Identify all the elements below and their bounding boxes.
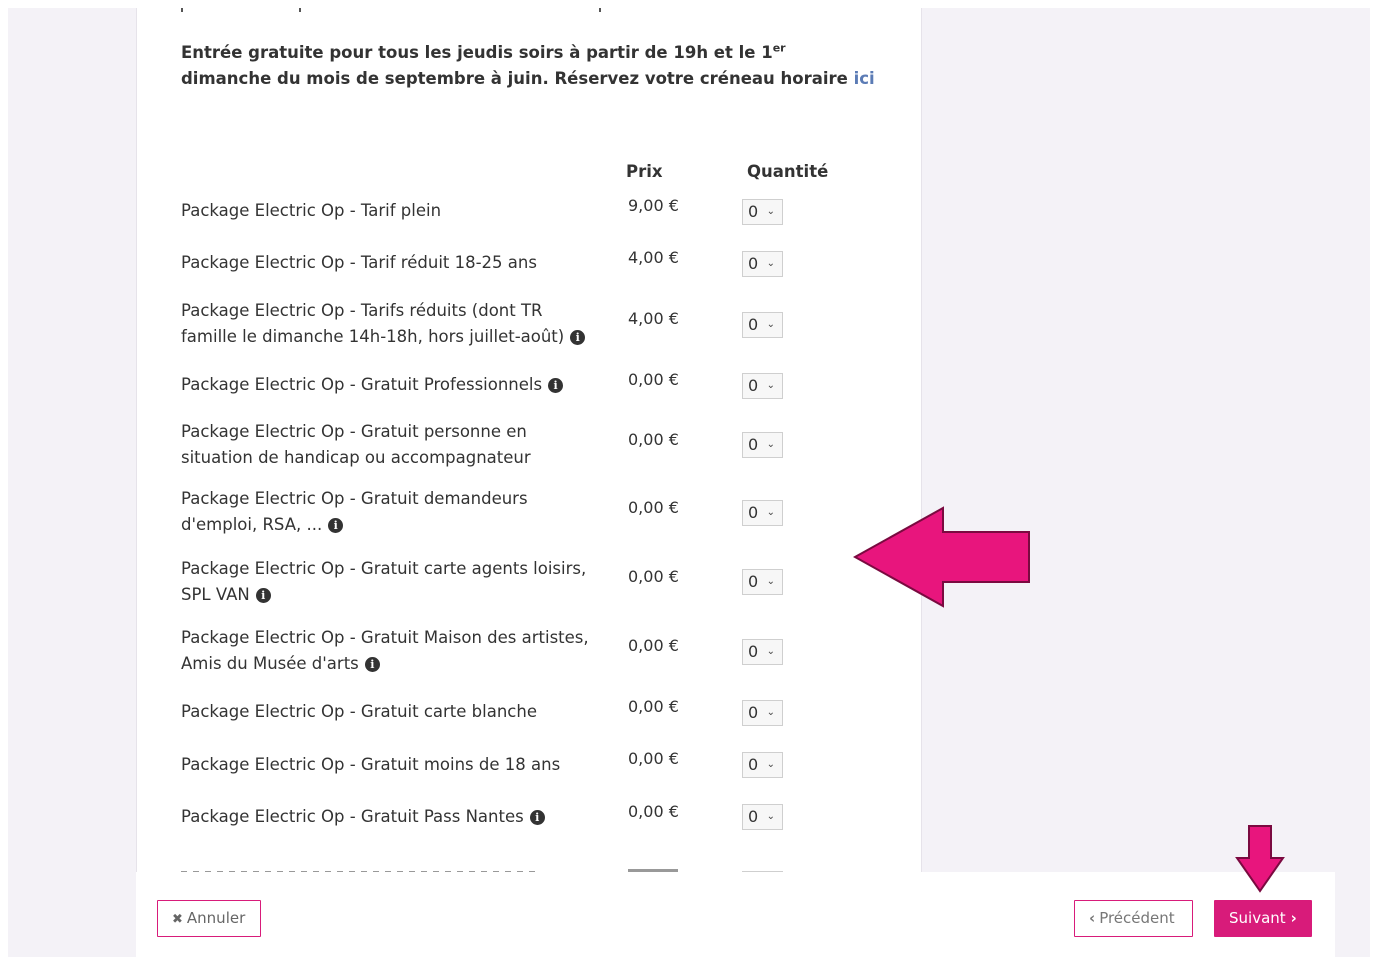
info-circle-icon[interactable]: i [328,518,344,533]
chevron-left-icon: ‹ [1089,909,1096,927]
ticket-label: Package Electric Op - Tarifs réduits (do… [181,298,591,350]
chevron-down-icon: ⌄ [766,319,775,330]
ticket-price: 9,00 € [628,196,679,215]
ticket-label-text: Package Electric Op - Tarifs réduits (do… [181,301,565,346]
info-circle-icon[interactable]: i [570,330,586,345]
ticket-label: Package Electric Op - Tarif plein [181,198,591,224]
quantity-select[interactable]: 0 ⌄ [742,251,783,277]
free-entry-notice: Entrée gratuite pour tous les jeudis soi… [181,40,881,92]
quantity-select[interactable]: 0 ⌄ [742,373,783,399]
close-icon: ✖ [172,912,183,927]
cancel-button[interactable]: ✖ Annuler [157,900,261,937]
info-circle-icon[interactable]: i [529,810,545,825]
cut-off-text [181,8,741,14]
ticket-price: 0,00 € [628,697,679,716]
quantity-value: 0 [748,376,759,395]
info-circle-icon[interactable]: i [364,657,380,672]
quantity-value: 0 [748,315,759,334]
ticket-label: Package Electric Op - Gratuit carte blan… [181,699,591,725]
quantity-select[interactable]: 0 ⌄ [742,804,783,830]
quantity-value: 0 [748,254,759,273]
chevron-right-icon: › [1290,909,1297,927]
ticket-price: 0,00 € [628,749,679,768]
info-circle-icon[interactable]: i [255,588,271,603]
quantity-select[interactable]: 0 ⌄ [742,752,783,778]
chevron-down-icon: ⌄ [766,380,775,391]
chevron-down-icon: ⌄ [766,439,775,450]
cancel-label: Annuler [186,909,246,927]
ticket-label: Package Electric Op - Tarif réduit 18-25… [181,250,591,276]
ticket-label-text: Package Electric Op - Gratuit carte blan… [181,702,537,721]
notice-text: Entrée gratuite pour tous les jeudis soi… [181,43,773,62]
info-circle-icon[interactable]: i [548,378,564,393]
quantity-value: 0 [748,807,759,826]
ticket-label: Package Electric Op - Gratuit Maison des… [181,625,591,677]
ticket-label: Package Electric Op - Gratuit personne e… [181,419,591,471]
quantity-value: 0 [748,435,759,454]
ticket-card: Entrée gratuite pour tous les jeudis soi… [136,8,922,872]
ticket-label-text: Package Electric Op - Gratuit carte agen… [181,559,587,604]
quantity-select[interactable]: 0 ⌄ [742,500,783,526]
chevron-down-icon: ⌄ [766,811,775,822]
ticket-label: Package Electric Op - Gratuit Profession… [181,372,591,398]
quantity-select[interactable]: 0 ⌄ [742,639,783,665]
annotation-arrow-left-icon [853,506,1030,608]
quantity-select[interactable]: 0 ⌄ [742,569,783,595]
chevron-down-icon: ⌄ [766,759,775,770]
ticket-label-text: Package Electric Op - Gratuit demandeurs… [181,489,528,534]
ticket-price: 0,00 € [628,567,679,586]
ticket-price: 0,00 € [628,498,679,517]
partial-row [181,863,881,872]
quantity-value: 0 [748,755,759,774]
ticket-price: 0,00 € [628,370,679,389]
price-column-header: Prix [626,162,663,181]
ticket-price: 0,00 € [628,430,679,449]
chevron-down-icon: ⌄ [766,507,775,518]
quantity-select[interactable]: 0 ⌄ [742,199,783,225]
annotation-arrow-down-icon [1235,825,1285,893]
quantity-select[interactable]: 0 ⌄ [742,312,783,338]
chevron-down-icon: ⌄ [766,646,775,657]
quantity-column-header: Quantité [747,162,829,181]
quantity-value: 0 [748,572,759,591]
chevron-down-icon: ⌄ [766,258,775,269]
ticket-price: 0,00 € [628,802,679,821]
ticket-label-text: Package Electric Op - Gratuit personne e… [181,422,531,467]
chevron-down-icon: ⌄ [766,707,775,718]
chevron-down-icon: ⌄ [766,206,775,217]
ticket-label: Package Electric Op - Gratuit Pass Nante… [181,804,591,830]
reservation-link[interactable]: ici [854,69,875,88]
notice-sup: er [772,41,786,55]
quantity-value: 0 [748,642,759,661]
ticket-price: 0,00 € [628,636,679,655]
previous-button[interactable]: ‹ Précédent [1074,900,1193,937]
ticket-price: 4,00 € [628,248,679,267]
ticket-label: Package Electric Op - Gratuit carte agen… [181,556,591,608]
next-label: Suivant [1229,909,1286,927]
quantity-value: 0 [748,202,759,221]
ticket-label: Package Electric Op - Gratuit demandeurs… [181,486,591,538]
quantity-select[interactable]: 0 ⌄ [742,700,783,726]
ticket-price: 4,00 € [628,309,679,328]
ticket-label-text: Package Electric Op - Tarif plein [181,201,442,220]
ticket-label-text: Package Electric Op - Gratuit Profession… [181,375,543,394]
previous-label: Précédent [1099,909,1175,927]
quantity-value: 0 [748,503,759,522]
ticket-label-text: Package Electric Op - Gratuit Maison des… [181,628,589,673]
quantity-select[interactable]: 0 ⌄ [742,432,783,458]
notice-text-2: dimanche du mois de septembre à juin. Ré… [181,69,854,88]
footer-bar: ✖ Annuler ‹ Précédent Suivant › [136,872,1335,957]
ticket-label-text: Package Electric Op - Gratuit moins de 1… [181,755,561,774]
ticket-label-text: Package Electric Op - Gratuit Pass Nante… [181,807,524,826]
quantity-value: 0 [748,703,759,722]
chevron-down-icon: ⌄ [766,576,775,587]
ticket-label-text: Package Electric Op - Tarif réduit 18-25… [181,253,537,272]
ticket-label: Package Electric Op - Gratuit moins de 1… [181,752,591,778]
next-button[interactable]: Suivant › [1214,900,1312,937]
